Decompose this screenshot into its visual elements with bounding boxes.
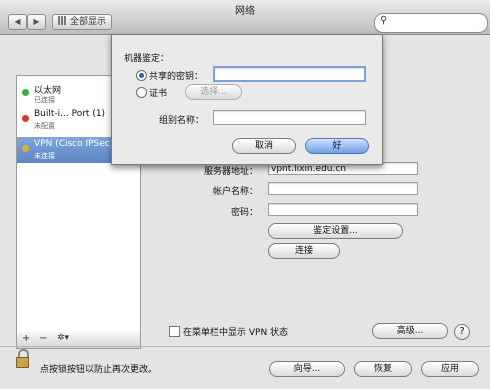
back-arrow-icon: ◀	[14, 17, 21, 26]
cancel-button[interactable]: 取消	[232, 138, 296, 154]
status-yellow-icon	[22, 145, 29, 152]
service-name: VPN (Cisco IPSec)	[34, 139, 114, 149]
connect-button[interactable]: 连接	[268, 243, 340, 259]
back-button[interactable]: ◀	[8, 14, 27, 30]
add-service-button[interactable]: +	[22, 333, 30, 344]
lock-icon[interactable]	[16, 357, 29, 368]
shared-secret-field[interactable]	[213, 66, 366, 82]
account-name-label: 帐户名称：	[212, 187, 258, 197]
remove-service-button[interactable]: −	[39, 333, 47, 344]
show-all-label: 全部显示	[70, 17, 107, 27]
advanced-button[interactable]: 高级...	[372, 323, 448, 339]
apply-button[interactable]: 应用	[421, 361, 479, 377]
help-button[interactable]: ?	[454, 324, 470, 340]
server-address-label: 服务器地址：	[203, 167, 258, 177]
group-name-field[interactable]	[213, 110, 366, 125]
shared-secret-label: 共享的密钥：	[149, 72, 204, 82]
footer-divider	[0, 346, 490, 347]
action-menu-button[interactable]: ✲▾	[57, 333, 69, 343]
group-name-label: 组别名称：	[158, 116, 204, 126]
show-vpn-status-label: 在菜单栏中显示 VPN 状态	[183, 328, 289, 338]
show-vpn-status-checkbox[interactable]	[169, 326, 180, 337]
certificate-radio[interactable]	[136, 87, 147, 98]
account-name-field[interactable]	[268, 182, 418, 195]
grid-icon	[58, 16, 67, 25]
revert-button[interactable]: 恢复	[354, 361, 412, 377]
assistant-button[interactable]: 向导...	[269, 361, 345, 377]
search-input[interactable]	[374, 13, 488, 33]
certificate-label: 证书	[149, 89, 168, 99]
password-field[interactable]	[268, 203, 418, 216]
lock-hint-text: 点按锁按钮以防止再次更改。	[40, 365, 158, 375]
status-green-icon	[22, 89, 29, 96]
shared-secret-radio[interactable]	[136, 70, 147, 81]
service-status: 已连接	[34, 96, 55, 104]
help-icon: ?	[459, 326, 465, 337]
service-status: 未连接	[34, 152, 55, 160]
ok-button[interactable]: 好	[305, 138, 369, 154]
status-red-icon	[22, 115, 29, 122]
password-label: 密码：	[230, 208, 258, 218]
machine-auth-sheet: 机器鉴定： 共享的密钥： 证书 选择... 组别名称： 取消 好	[111, 34, 383, 165]
machine-auth-heading: 机器鉴定：	[124, 54, 170, 64]
forward-arrow-icon: ▶	[33, 17, 40, 26]
search-icon: ⚲	[380, 15, 388, 26]
authentication-settings-button[interactable]: 鉴定设置...	[268, 223, 403, 239]
select-certificate-button[interactable]: 选择...	[185, 84, 242, 100]
forward-button[interactable]: ▶	[27, 14, 46, 30]
service-status: 未配置	[34, 122, 55, 130]
show-all-button[interactable]: 全部显示	[52, 14, 112, 30]
service-name: Built-i... Port (1)	[34, 109, 106, 119]
